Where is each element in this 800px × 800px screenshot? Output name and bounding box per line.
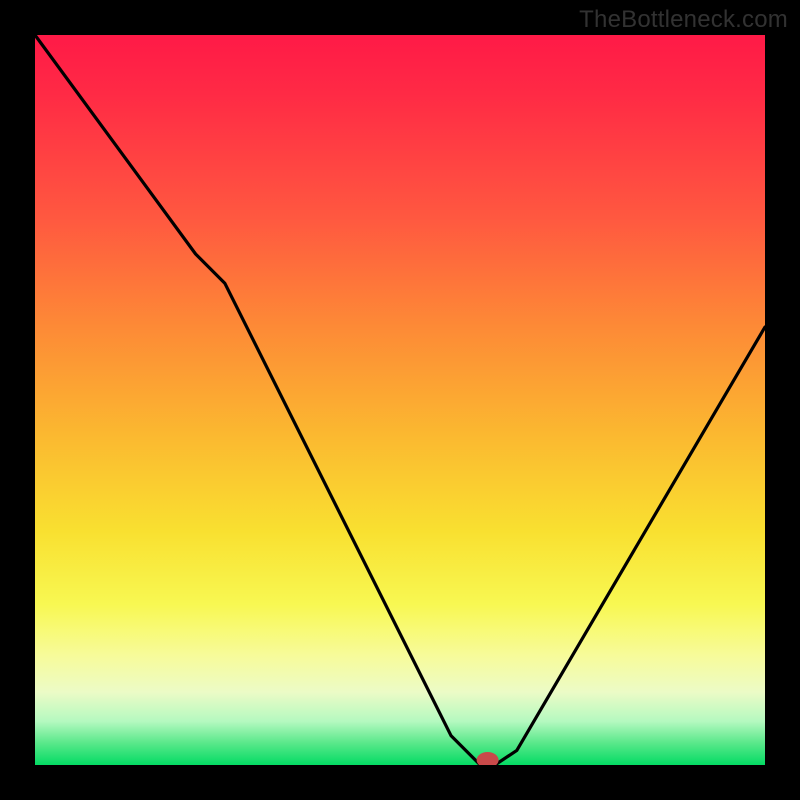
bottleneck-chart: TheBottleneck.com	[0, 0, 800, 800]
plot-area	[35, 35, 765, 765]
plot-svg	[35, 35, 765, 765]
bottleneck-line-path	[35, 35, 765, 765]
attribution-label: TheBottleneck.com	[579, 6, 788, 34]
optimal-marker	[477, 752, 499, 765]
